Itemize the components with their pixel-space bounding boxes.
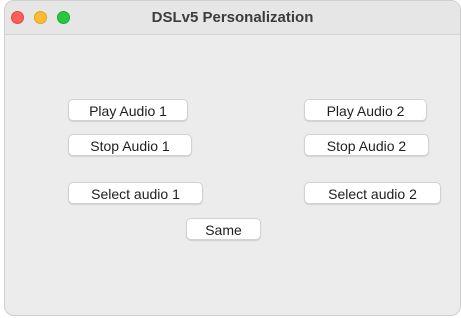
stop-audio-2-button[interactable]: Stop Audio 2: [304, 134, 429, 156]
same-button[interactable]: Same: [186, 218, 261, 240]
app-window: DSLv5 Personalization Play Audio 1 Play …: [4, 0, 461, 316]
title-bar[interactable]: DSLv5 Personalization: [5, 1, 460, 35]
play-audio-2-button[interactable]: Play Audio 2: [304, 99, 427, 121]
select-audio-2-button[interactable]: Select audio 2: [304, 182, 441, 204]
window-title: DSLv5 Personalization: [151, 9, 314, 26]
stop-audio-1-button[interactable]: Stop Audio 1: [68, 134, 192, 156]
select-audio-1-button[interactable]: Select audio 1: [68, 182, 203, 204]
play-audio-1-button[interactable]: Play Audio 1: [68, 99, 188, 121]
